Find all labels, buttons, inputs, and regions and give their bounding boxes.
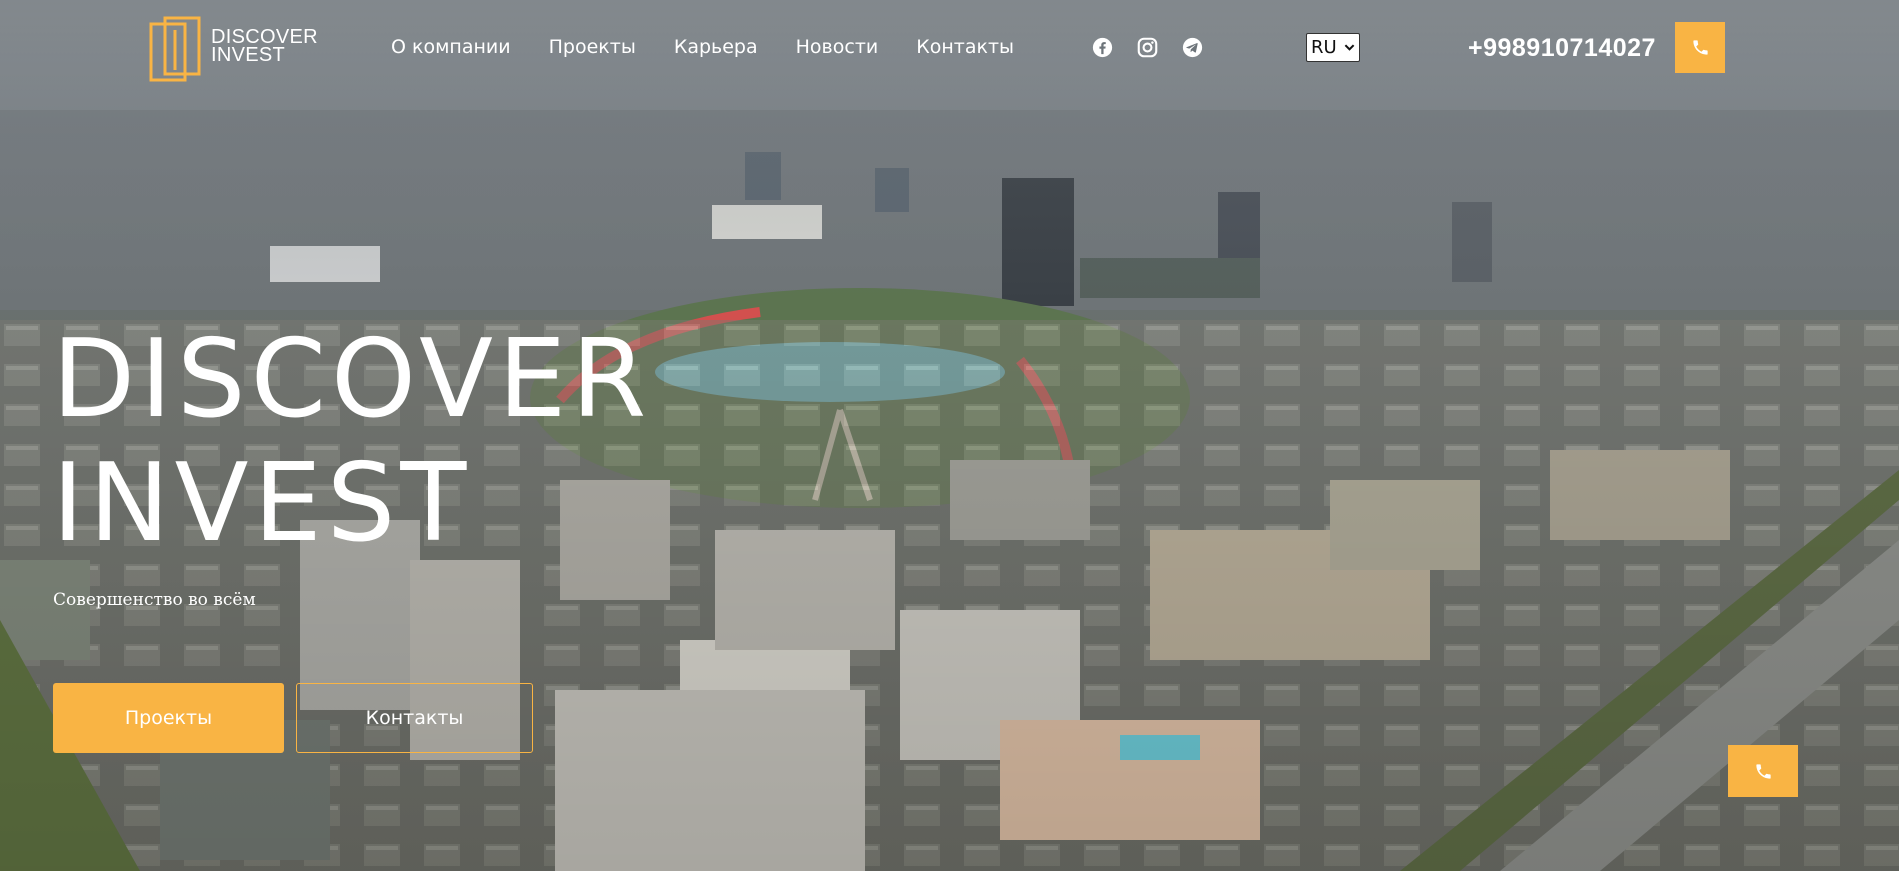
main-nav: О компании Проекты Карьера Новости Конта… (391, 36, 1052, 58)
nav-item-career[interactable]: Карьера (674, 36, 758, 58)
hero-title: DISCOVER INVEST (52, 318, 651, 566)
nav-item-news[interactable]: Новости (796, 36, 879, 58)
call-button[interactable] (1675, 22, 1725, 73)
nav-item-contacts[interactable]: Контакты (916, 36, 1014, 58)
phone-number-link[interactable]: +998910714027 (1468, 34, 1656, 63)
nav-item-projects[interactable]: Проекты (549, 36, 636, 58)
projects-button[interactable]: Проекты (53, 683, 284, 753)
phone-icon (1755, 763, 1771, 779)
language-select-value: RU (1311, 37, 1337, 58)
floating-call-button[interactable] (1728, 745, 1798, 797)
hero-title-line2: INVEST (52, 441, 472, 566)
chevron-down-icon (1344, 44, 1355, 51)
logo-text-line2: INVEST (211, 44, 286, 66)
language-select[interactable]: RU (1306, 33, 1360, 62)
facebook-link[interactable] (1092, 37, 1113, 58)
social-links (1092, 37, 1203, 58)
hero-subtitle: Совершенство во всём (53, 590, 256, 610)
logo-mark-icon (149, 16, 201, 82)
telegram-icon (1182, 37, 1203, 58)
facebook-icon (1092, 37, 1113, 58)
phone-icon (1692, 40, 1708, 55)
logo-wordmark: DISCOVER INVEST (211, 27, 318, 66)
contacts-button[interactable]: Контакты (296, 683, 533, 753)
hero-title-line1: DISCOVER (52, 317, 652, 442)
site-header: DISCOVER INVEST О компании Проекты Карье… (0, 0, 1899, 96)
instagram-link[interactable] (1137, 37, 1158, 58)
instagram-icon (1137, 37, 1158, 58)
telegram-link[interactable] (1182, 37, 1203, 58)
logo-link[interactable]: DISCOVER INVEST (149, 14, 319, 84)
nav-item-about[interactable]: О компании (391, 36, 511, 58)
